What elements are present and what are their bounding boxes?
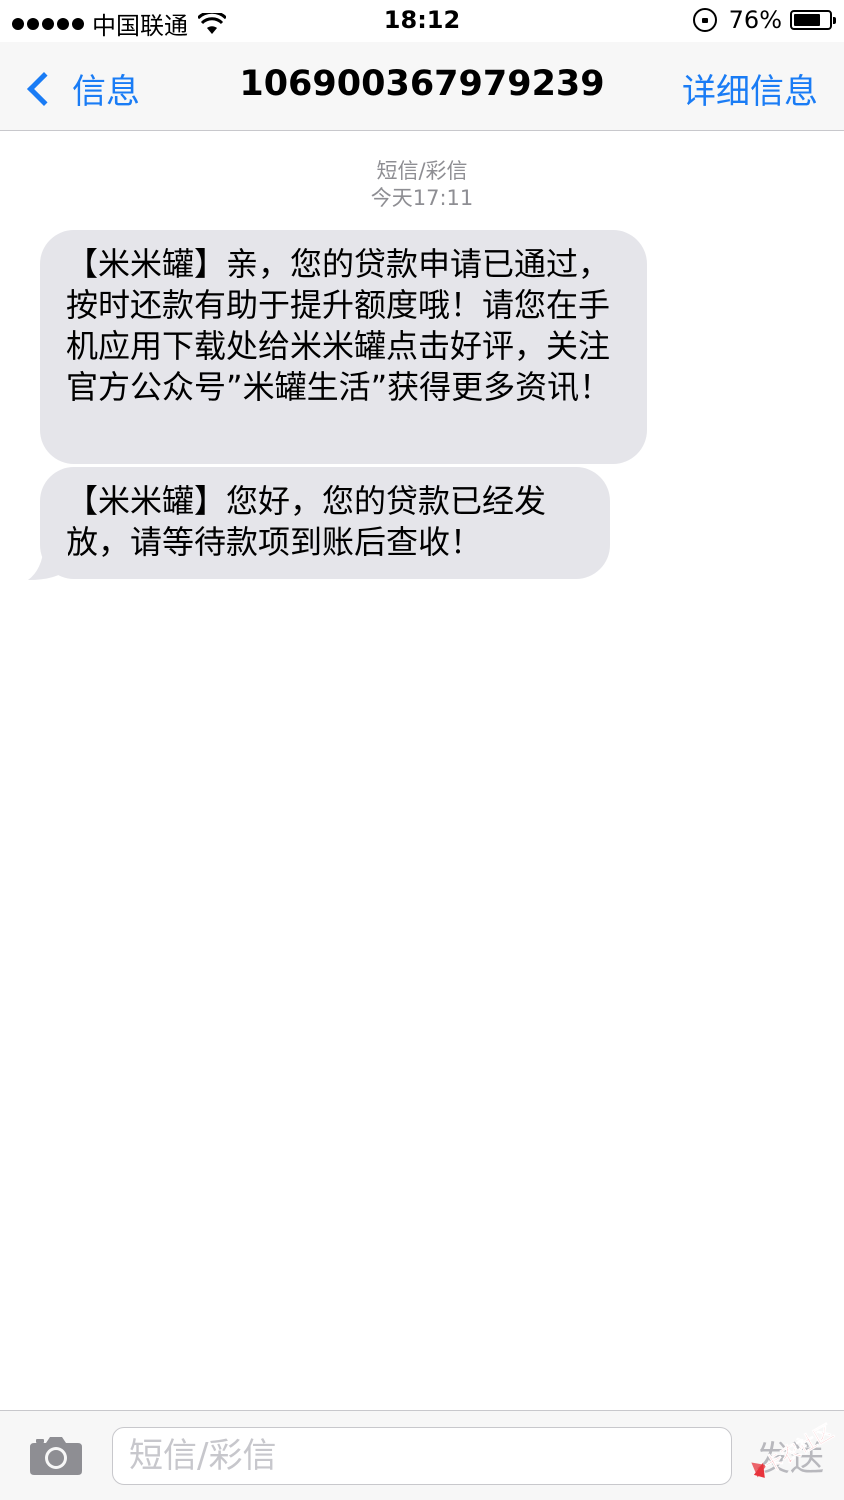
- battery-fill: [794, 14, 820, 26]
- message-input[interactable]: [112, 1427, 732, 1485]
- status-right: 76%: [692, 6, 836, 34]
- message-timestamp: 今天17:11: [370, 186, 474, 210]
- battery-icon: [790, 10, 836, 30]
- conversation-meta: 短信/彩信 今天17:11: [0, 158, 844, 212]
- messages-screen: 中国联通 18:12 76% 信息 106900367979239 详细信息 短: [0, 0, 844, 1500]
- details-button[interactable]: 详细信息: [682, 64, 818, 113]
- orientation-lock-icon: [692, 8, 717, 32]
- status-bar: 中国联通 18:12 76%: [0, 0, 844, 42]
- camera-icon[interactable]: [30, 1435, 82, 1475]
- message-bubble[interactable]: 【米米罐】您好，您的贷款已经发放，请等待款项到账后查收！: [40, 467, 610, 579]
- message-bubble[interactable]: 【米米罐】亲，您的贷款申请已通过，按时还款有助于提升额度哦！请您在手机应用下载处…: [40, 230, 647, 464]
- compose-bar: 发送: [0, 1410, 844, 1500]
- message-type-label: 短信/彩信: [376, 159, 468, 183]
- navigation-bar: 信息 106900367979239 详细信息: [0, 42, 844, 131]
- bubble-tail: [28, 546, 68, 580]
- battery-percent: 76%: [728, 6, 782, 34]
